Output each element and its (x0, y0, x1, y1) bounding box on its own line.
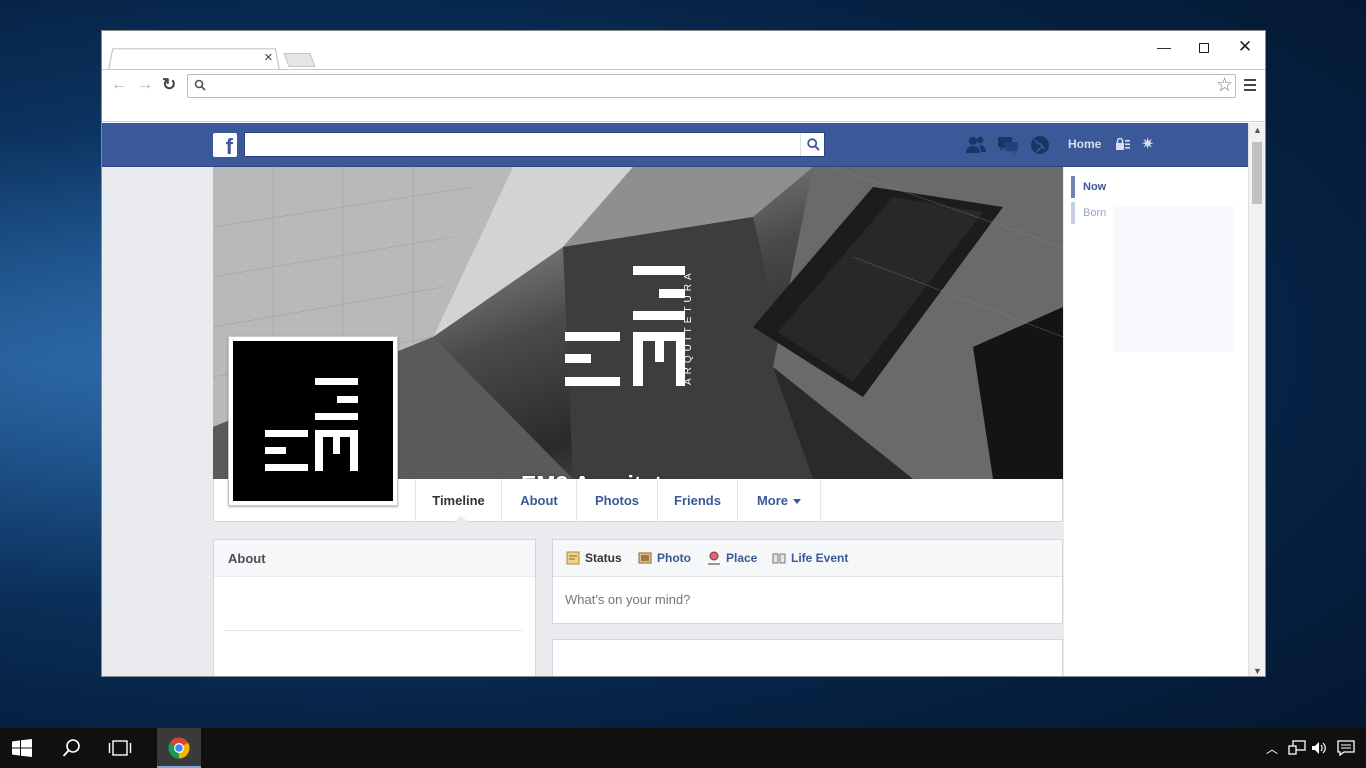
browser-window: × — ✕ ← → ↻ ☆ f Home ✷ ARQUITETURA Timel… (101, 30, 1266, 677)
rail-background (1114, 207, 1234, 352)
composer-tab-photo[interactable]: Photo (638, 540, 691, 577)
tab-more[interactable]: More (737, 479, 821, 522)
tab-more-label: More (756, 493, 789, 508)
maximize-icon (1199, 43, 1209, 54)
composer-tab-status[interactable]: Status (566, 540, 622, 577)
rail-item-born[interactable]: Born (1071, 202, 1106, 224)
search-icon (194, 79, 206, 91)
rail-item-now[interactable]: Now (1071, 176, 1106, 198)
address-bar[interactable]: ☆ (187, 74, 1236, 98)
search-icon (807, 138, 820, 151)
volume-icon[interactable] (1311, 740, 1327, 756)
close-icon: ✕ (1237, 37, 1253, 56)
search-icon[interactable] (62, 738, 82, 758)
notifications-globe-icon[interactable] (1028, 134, 1052, 156)
composer-tabs: Status Photo Place Life Event (553, 540, 1062, 577)
status-input[interactable]: What's on your mind? (565, 592, 690, 607)
forward-arrow-icon[interactable]: → (137, 77, 153, 93)
tray-expand-icon[interactable]: ︿ (1266, 740, 1278, 756)
cover-logo-text: ARQUITETURA (683, 269, 694, 385)
menu-icon[interactable] (1244, 79, 1256, 91)
task-view-icon[interactable] (108, 739, 132, 757)
facebook-search-input[interactable] (244, 132, 825, 157)
chrome-icon (168, 737, 190, 759)
about-title[interactable]: About (214, 540, 535, 577)
tab-photos[interactable]: Photos (576, 479, 657, 522)
scroll-down-icon[interactable]: ▼ (1253, 666, 1262, 676)
facebook-logo[interactable]: f (213, 133, 237, 157)
maximize-button[interactable] (1184, 36, 1224, 58)
messages-icon[interactable] (996, 134, 1020, 156)
about-box: About (213, 539, 536, 676)
back-arrow-icon[interactable]: ← (111, 77, 127, 93)
life-event-icon (772, 553, 786, 564)
composer-tab-place[interactable]: Place (707, 540, 757, 577)
minimize-button[interactable]: — (1144, 36, 1184, 58)
profile-picture-image (233, 341, 393, 501)
friend-requests-icon[interactable] (964, 134, 988, 156)
toolbar-divider (102, 121, 1265, 122)
title-bar: × — ✕ (102, 31, 1265, 71)
scroll-thumb[interactable] (1252, 142, 1262, 204)
tab-friends[interactable]: Friends (657, 479, 737, 522)
photo-icon (638, 552, 652, 564)
profile-picture[interactable] (228, 336, 398, 506)
em3-logo (265, 378, 358, 471)
tab-about[interactable]: About (501, 479, 576, 522)
tab-close-icon[interactable]: × (264, 50, 273, 65)
facebook-top-bar: f Home ✷ (102, 123, 1248, 167)
page-viewport: f Home ✷ ARQUITETURA Timeline About Phot… (102, 123, 1248, 676)
chevron-down-icon (793, 499, 802, 505)
action-center-icon[interactable] (1337, 740, 1355, 756)
active-tab-pointer (453, 515, 469, 523)
about-divider (225, 630, 523, 631)
composer-tab-life-event-label: Life Event (791, 551, 849, 565)
privacy-shortcuts-icon[interactable] (1115, 137, 1131, 151)
vertical-scrollbar[interactable]: ▲ ▼ (1248, 123, 1265, 676)
place-pin-icon (708, 551, 720, 565)
new-tab-button[interactable] (283, 53, 316, 67)
composer-tab-status-label: Status (585, 551, 622, 565)
feed-story-box (552, 639, 1063, 676)
windows-start-icon[interactable] (12, 739, 32, 757)
timeline-rail: Now Born (1064, 167, 1248, 676)
composer-tab-photo-label: Photo (657, 551, 691, 565)
bookmark-star-icon[interactable]: ☆ (1216, 75, 1233, 97)
status-composer: Status Photo Place Life Event What's on … (552, 539, 1063, 624)
scroll-up-icon[interactable]: ▲ (1253, 125, 1262, 135)
taskbar: ︿ (0, 728, 1366, 768)
gear-icon[interactable]: ✷ (1141, 134, 1154, 154)
status-icon (566, 551, 580, 565)
taskbar-chrome-button[interactable] (157, 728, 201, 768)
composer-tab-place-label: Place (726, 551, 758, 565)
home-link[interactable]: Home (1068, 137, 1101, 151)
page-title[interactable]: EM3 Arquitetura (521, 471, 698, 479)
close-window-button[interactable]: ✕ (1225, 36, 1265, 58)
composer-tab-life-event[interactable]: Life Event (772, 540, 848, 577)
reload-icon[interactable]: ↻ (162, 76, 176, 93)
network-icon[interactable] (1288, 740, 1306, 756)
minimize-icon: — (1157, 39, 1171, 55)
search-button[interactable] (800, 133, 824, 156)
browser-tab[interactable] (108, 48, 280, 70)
